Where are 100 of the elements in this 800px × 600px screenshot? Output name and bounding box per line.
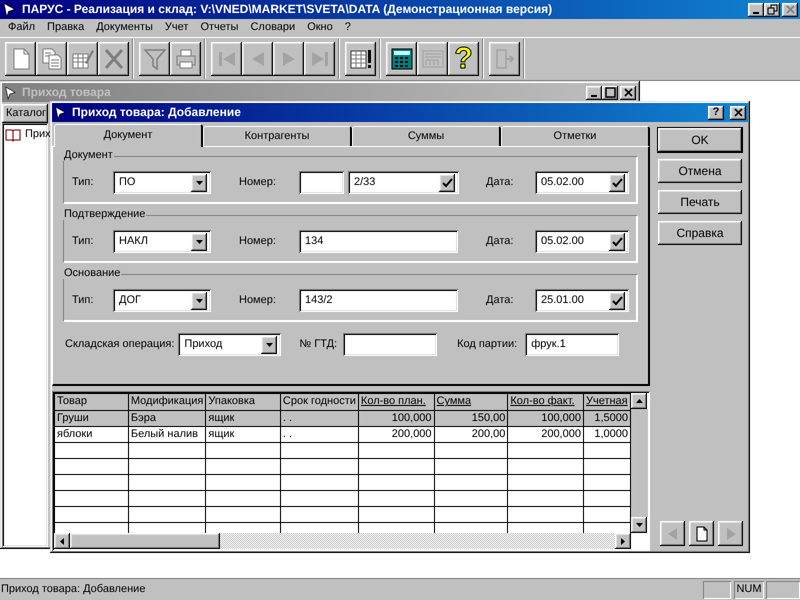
field-label: Тип: [72, 234, 94, 248]
menu-item[interactable]: ? [338, 21, 357, 35]
left-arrow-icon [60, 538, 64, 544]
field-value: 05.02.00 [541, 176, 584, 190]
table-alert-icon [348, 47, 372, 71]
input-field[interactable]: 134 [299, 230, 458, 253]
table-cell: Груши [54, 410, 128, 426]
scroll-left-button[interactable] [54, 533, 70, 549]
close-button[interactable] [620, 86, 636, 100]
column-header[interactable]: Срок годности [280, 394, 358, 410]
right-arrow-icon [621, 538, 625, 544]
column-header[interactable]: Сумма [434, 394, 508, 410]
field-label: Тип: [72, 176, 94, 190]
scroll-down-button[interactable] [631, 517, 647, 533]
close-button[interactable] [782, 2, 798, 16]
dropdown-check-button[interactable] [609, 174, 625, 192]
combo-box[interactable]: Приход [178, 333, 282, 356]
field-value: ПО [119, 176, 136, 190]
table-cell: 1,5000 [583, 410, 630, 426]
date-field[interactable]: 05.02.00 [535, 230, 629, 253]
tree-item[interactable]: Прих [25, 128, 51, 142]
menu-item[interactable]: Правка [41, 21, 90, 35]
dropdown-check-button[interactable] [439, 174, 455, 192]
menu-item[interactable]: Словари [244, 21, 302, 35]
menu-item[interactable]: Файл [2, 21, 42, 35]
combo-box[interactable]: НАКЛ [113, 230, 211, 253]
column-header[interactable]: Учетная [583, 394, 630, 410]
table-cell: яблоки [54, 426, 128, 442]
date-field[interactable]: 25.01.00 [535, 289, 629, 312]
group-title: Основание [63, 268, 122, 279]
filter-button[interactable] [139, 42, 170, 76]
menu-item[interactable]: Учет [158, 21, 194, 35]
column-header[interactable]: Упаковка [206, 394, 280, 410]
input-field[interactable]: 143/2 [299, 289, 458, 312]
column-header[interactable]: Товар [54, 394, 128, 410]
help-button[interactable]: ? [708, 106, 724, 120]
restore-button[interactable] [764, 2, 780, 16]
dropdown-check-button[interactable] [609, 292, 625, 310]
table-cell: 200,00 [434, 426, 508, 442]
tab[interactable]: Каталог [2, 104, 48, 123]
column-header[interactable]: Кол-во факт. [508, 394, 584, 410]
close-button[interactable] [730, 106, 746, 120]
table-row[interactable]: Груши Бэра ящик . . 100,000 150,00 100,000 1,5000 [54, 410, 630, 426]
status-panel [766, 580, 800, 598]
combo-box[interactable]: 2/33 [348, 171, 459, 194]
field-label: № ГТД: [299, 338, 338, 352]
up-arrow-icon [636, 399, 642, 403]
caret-icon [266, 342, 273, 346]
check-icon [612, 178, 622, 188]
dropdown-arrow-button[interactable] [191, 232, 207, 250]
table-alert-button[interactable] [345, 42, 376, 76]
menu-item[interactable]: Отчеты [194, 21, 244, 35]
table-edit-icon [70, 47, 94, 71]
copy-icon [40, 47, 64, 71]
dropdown-arrow-button[interactable] [191, 174, 207, 192]
tab[interactable]: Отметки [501, 126, 650, 146]
date-field[interactable]: 05.02.00 [535, 171, 629, 194]
field-value: ДОГ [119, 294, 141, 308]
tab[interactable]: Контрагенты [203, 126, 352, 146]
new-button[interactable] [5, 42, 36, 76]
field-value: НАКЛ [119, 234, 148, 248]
dropdown-arrow-button[interactable] [191, 292, 207, 310]
dialog-button[interactable]: Справка [658, 221, 742, 245]
table-cell: 150,00 [434, 410, 508, 426]
delete-button[interactable] [98, 42, 129, 76]
minimize-button[interactable] [586, 86, 602, 100]
menu-item[interactable]: Окно [301, 21, 339, 35]
menu-item[interactable]: Документы [90, 21, 159, 35]
status-indicator: NUM [734, 580, 764, 598]
combo-box[interactable]: ПО [113, 171, 211, 194]
column-header[interactable]: Кол-во план. [358, 394, 434, 410]
tab[interactable]: Документ [54, 124, 203, 147]
input-field[interactable] [299, 171, 344, 194]
close-icon [784, 4, 796, 15]
scroll-up-button[interactable] [631, 393, 647, 409]
new-record-button[interactable] [689, 521, 714, 546]
table-cell: ящик [206, 426, 280, 442]
scroll-right-button[interactable] [615, 533, 631, 549]
calculator-button[interactable] [386, 42, 417, 76]
table-row[interactable]: яблоки Белый налив ящик . . 200,000 200,00 200,000 1,0000 [54, 426, 630, 442]
field-label: Складская операция: [65, 338, 174, 352]
print-button[interactable] [170, 42, 201, 76]
column-header[interactable]: Модификация [128, 394, 206, 410]
tab[interactable]: Суммы [352, 126, 501, 146]
dialog-button[interactable]: Отмена [658, 159, 742, 183]
copy-button[interactable] [36, 42, 67, 76]
combo-box[interactable]: ДОГ [113, 289, 211, 312]
maximize-button[interactable] [602, 86, 618, 100]
minimize-button[interactable] [748, 2, 764, 16]
dialog-button[interactable]: OK [658, 128, 742, 152]
input-field[interactable] [343, 333, 438, 356]
dropdown-arrow-button[interactable] [261, 336, 278, 354]
dropdown-check-button[interactable] [609, 232, 625, 250]
filter-icon [142, 47, 166, 71]
window-icon [4, 86, 18, 100]
scroll-thumb[interactable] [70, 533, 220, 549]
table-cell: ящик [206, 410, 280, 426]
edit-button[interactable] [67, 42, 98, 76]
dialog-button[interactable]: Печать [658, 190, 742, 214]
input-field[interactable]: фрук.1 [525, 333, 620, 356]
